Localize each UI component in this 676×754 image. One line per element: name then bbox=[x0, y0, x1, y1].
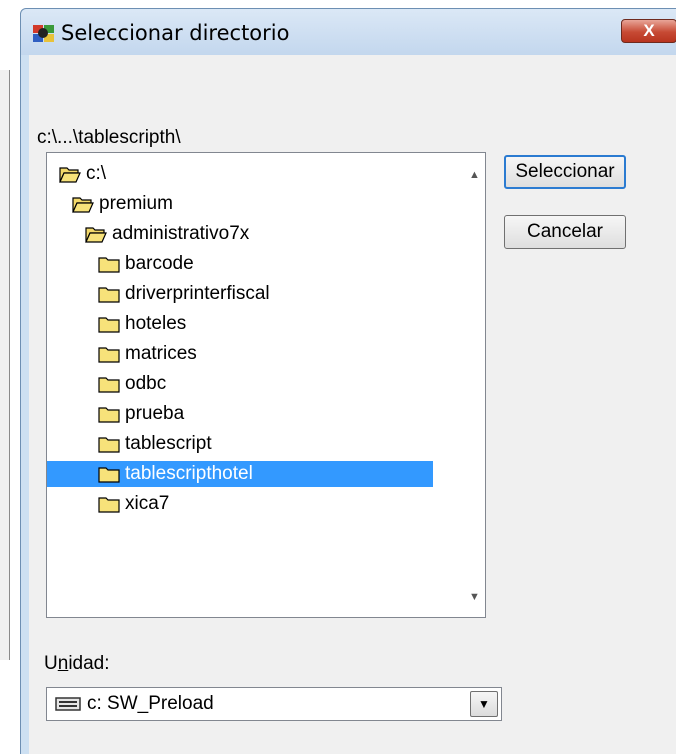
select-button-label: Seleccionar bbox=[515, 161, 615, 182]
select-button[interactable]: Seleccionar bbox=[504, 155, 626, 189]
close-icon: X bbox=[643, 21, 655, 40]
background-window-edge bbox=[0, 70, 10, 660]
folder-icon bbox=[98, 285, 120, 303]
folder-open-icon bbox=[85, 225, 107, 243]
current-path-label: c:\...\tablescripth\ bbox=[37, 127, 181, 148]
tree-item-label: premium bbox=[99, 193, 173, 214]
tree-item-label: barcode bbox=[125, 253, 194, 274]
scroll-up-arrow-icon[interactable]: ▲ bbox=[467, 169, 482, 181]
select-directory-dialog: Seleccionar directorio X c:\...\tablescr… bbox=[20, 8, 676, 754]
tree-item[interactable]: driverprinterfiscal bbox=[98, 281, 272, 307]
folder-icon bbox=[98, 435, 120, 453]
drive-selected-value: c: SW_Preload bbox=[87, 693, 214, 714]
drive-select[interactable]: c: SW_Preload ▼ bbox=[46, 687, 502, 721]
folder-icon bbox=[98, 405, 120, 423]
tree-item[interactable]: prueba bbox=[98, 401, 186, 427]
title-bar[interactable]: Seleccionar directorio X bbox=[21, 9, 676, 55]
folder-icon bbox=[98, 345, 120, 363]
directory-tree[interactable]: c:\ premium administrativo7x barcode driverp… bbox=[46, 152, 486, 618]
tree-item[interactable]: tablescript bbox=[98, 431, 214, 457]
folder-icon bbox=[98, 465, 120, 483]
tree-item-label: odbc bbox=[125, 373, 167, 394]
tree-item[interactable]: tablescripthotel bbox=[47, 461, 433, 487]
folder-icon bbox=[98, 375, 120, 393]
folder-icon bbox=[98, 255, 120, 273]
folder-icon bbox=[98, 315, 120, 333]
tree-item-label: prueba bbox=[125, 403, 185, 424]
tree-item[interactable]: barcode bbox=[98, 251, 196, 277]
screen: Seleccionar directorio X c:\...\tablescr… bbox=[0, 0, 676, 754]
tree-item-label: matrices bbox=[125, 343, 197, 364]
cancel-button-label: Cancelar bbox=[526, 221, 604, 242]
close-button[interactable]: X bbox=[621, 19, 676, 43]
tree-item-label: c:\ bbox=[86, 163, 107, 184]
tree-item-label: xica7 bbox=[125, 493, 170, 514]
app-icon bbox=[33, 25, 54, 42]
folder-icon bbox=[98, 495, 120, 513]
tree-item-label: driverprinterfiscal bbox=[125, 283, 270, 304]
drive-dropdown-button[interactable]: ▼ bbox=[470, 691, 498, 717]
tree-item-label: tablescript bbox=[125, 433, 212, 454]
drive-icon bbox=[55, 697, 81, 711]
chevron-down-icon: ▼ bbox=[478, 697, 490, 711]
folder-open-icon bbox=[72, 195, 94, 213]
scroll-down-arrow-icon[interactable]: ▼ bbox=[467, 591, 482, 603]
drive-label: Unidad: bbox=[44, 653, 110, 674]
cancel-button[interactable]: Cancelar bbox=[504, 215, 626, 249]
tree-item-label: administrativo7x bbox=[112, 223, 250, 244]
dialog-body: c:\...\tablescripth\ c:\ premium administr… bbox=[29, 55, 676, 754]
tree-item-label: tablescripthotel bbox=[125, 463, 253, 484]
tree-item[interactable]: odbc bbox=[98, 371, 168, 397]
folder-open-icon bbox=[59, 165, 81, 183]
tree-item[interactable]: c:\ bbox=[59, 161, 108, 187]
tree-item-label: hoteles bbox=[125, 313, 187, 334]
tree-item[interactable]: premium bbox=[72, 191, 175, 217]
dialog-title: Seleccionar directorio bbox=[61, 21, 290, 45]
tree-item[interactable]: administrativo7x bbox=[85, 221, 251, 247]
tree-item[interactable]: matrices bbox=[98, 341, 199, 367]
directory-tree-list: c:\ premium administrativo7x barcode driverp… bbox=[47, 153, 465, 617]
tree-item[interactable]: xica7 bbox=[98, 491, 171, 517]
tree-item[interactable]: hoteles bbox=[98, 311, 188, 337]
tree-scrollbar[interactable]: ▲ ▼ bbox=[464, 153, 485, 617]
